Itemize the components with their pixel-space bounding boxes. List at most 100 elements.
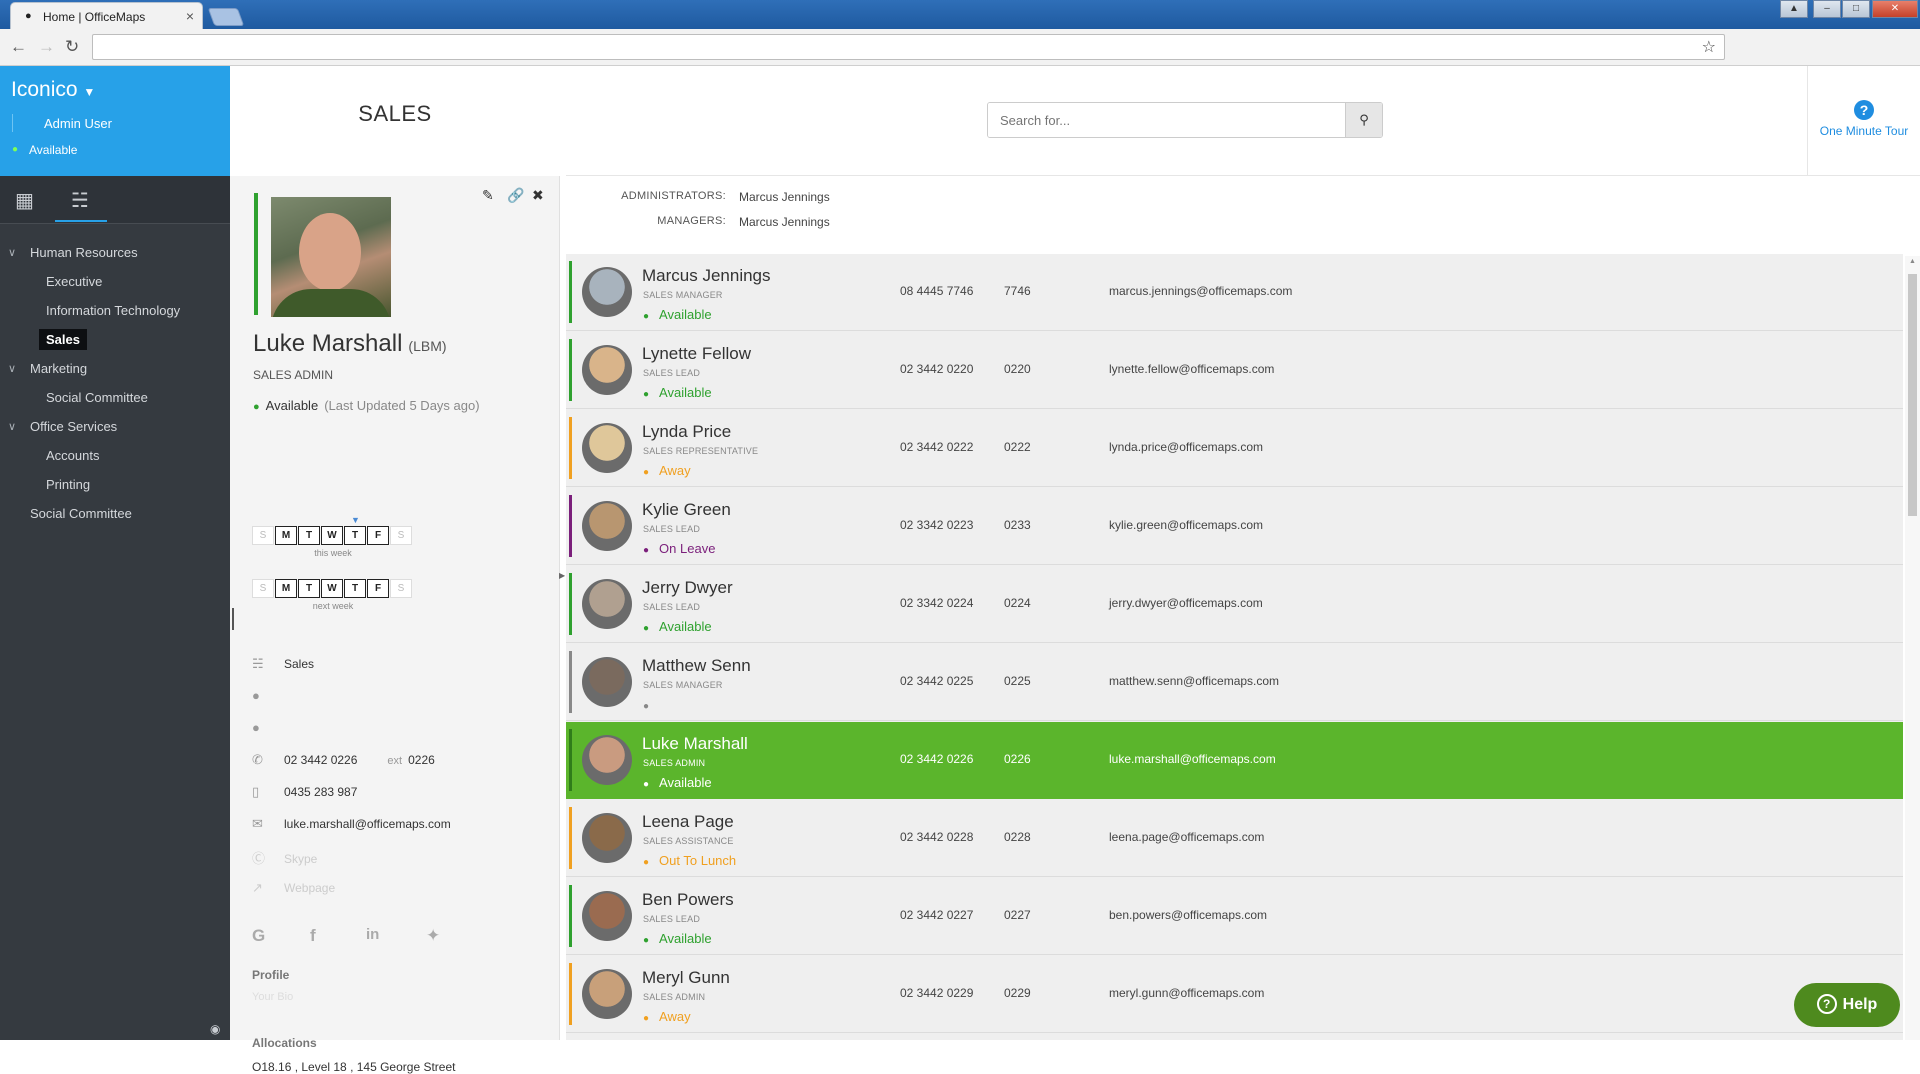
sidebar: Iconico ▼ Admin User ● Available ▦ ☵ ∨ H…	[0, 66, 230, 1040]
chevron-down-icon[interactable]: ∨	[8, 246, 16, 259]
allocation-value[interactable]: O18.16 , Level 18 , 145 George Street	[252, 1060, 455, 1074]
person-phone: 02 3442 0225	[900, 674, 974, 688]
close-window-button[interactable]: ✕	[1872, 0, 1918, 18]
close-icon[interactable]: ✖	[532, 187, 544, 204]
person-icon: ●	[643, 857, 650, 868]
tree-item-human-resources[interactable]: Human Resources	[30, 245, 138, 260]
twitter-icon[interactable]: ✦	[426, 926, 440, 946]
table-row[interactable]: Lynda Price SALES REPRESENTATIVE ● Away 02 3…	[566, 410, 1903, 487]
profile-header: SALES	[230, 66, 560, 176]
day-fri[interactable]: F	[367, 579, 389, 598]
mobile-value[interactable]: 0435 283 987	[284, 785, 357, 799]
person-email[interactable]: meryl.gunn@officemaps.com	[1109, 986, 1264, 1000]
chevron-down-icon[interactable]: ∨	[8, 362, 16, 375]
chevron-down-icon: ▼	[83, 85, 96, 99]
tree-item-printing[interactable]: Printing	[46, 477, 90, 492]
day-tue[interactable]: T	[298, 579, 320, 598]
person-email[interactable]: matthew.senn@officemaps.com	[1109, 674, 1279, 688]
minimize-window-button[interactable]: –	[1813, 0, 1841, 18]
tree-item-information-technology[interactable]: Information Technology	[46, 303, 180, 318]
administrators-value[interactable]: Marcus Jennings	[739, 190, 830, 204]
org-switcher[interactable]: Iconico ▼	[11, 78, 95, 102]
forward-arrow-icon[interactable]: →	[38, 37, 55, 57]
tree-item-social-committee[interactable]: Social Committee	[46, 390, 148, 405]
bookmark-star-icon[interactable]: ☆	[1702, 37, 1716, 57]
webpage-placeholder[interactable]: Webpage	[284, 881, 335, 895]
table-row[interactable]: Meryl Gunn SALES ADMIN ● Away 02 3442 0229 02…	[566, 956, 1903, 1033]
tree-item-sales[interactable]: Sales	[39, 329, 87, 350]
tree-item-executive[interactable]: Executive	[46, 274, 102, 289]
list-scrollbar[interactable]: ▲	[1905, 256, 1920, 1040]
person-email[interactable]: ben.powers@officemaps.com	[1109, 908, 1267, 922]
panel-resize-handle[interactable]	[232, 608, 234, 630]
edit-pencil-icon[interactable]: ✎	[482, 187, 494, 204]
tree-item-marketing[interactable]: Marketing	[30, 361, 87, 376]
back-arrow-icon[interactable]: ←	[10, 37, 27, 57]
person-email[interactable]: lynette.fellow@officemaps.com	[1109, 362, 1274, 376]
this-week-label: this week	[314, 548, 352, 558]
new-tab-button[interactable]	[207, 8, 245, 26]
table-row[interactable]: Ben Powers SALES LEAD ● Available 02 3442 02…	[566, 878, 1903, 955]
bio-placeholder[interactable]: Your Bio	[252, 991, 293, 1003]
profile-status[interactable]: ● Available (Last Updated 5 Days ago)	[253, 398, 480, 413]
facebook-icon[interactable]: f	[310, 926, 316, 946]
collapse-arrow-icon[interactable]: ▶	[559, 571, 565, 580]
day-sun[interactable]: S	[252, 526, 274, 545]
person-email[interactable]: luke.marshall@officemaps.com	[1109, 752, 1276, 766]
close-tab-icon[interactable]: ×	[186, 8, 194, 24]
chevron-down-icon[interactable]: ∨	[8, 420, 16, 433]
org-chart-icon[interactable]: ☵	[71, 188, 89, 213]
reload-icon[interactable]: ↻	[65, 37, 79, 57]
managers-value[interactable]: Marcus Jennings	[739, 215, 830, 229]
person-email[interactable]: kylie.green@officemaps.com	[1109, 518, 1263, 532]
day-wed[interactable]: W	[321, 526, 343, 545]
day-fri[interactable]: F	[367, 526, 389, 545]
day-thu[interactable]: T	[344, 579, 366, 598]
day-sat[interactable]: S	[390, 579, 412, 598]
search-input[interactable]	[988, 103, 1382, 137]
skype-placeholder[interactable]: Skype	[284, 852, 317, 866]
scrollbar-thumb[interactable]	[1908, 274, 1917, 516]
table-row[interactable]: Marcus Jennings SALES MANAGER ● Available 08…	[566, 254, 1903, 331]
table-row[interactable]: Lynette Fellow SALES LEAD ● Available 02 344…	[566, 332, 1903, 409]
tree-item-accounts[interactable]: Accounts	[46, 448, 99, 463]
day-mon[interactable]: M	[275, 579, 297, 598]
table-row[interactable]: Luke Marshall SALES ADMIN ● Available 02 344…	[566, 722, 1903, 799]
google-icon[interactable]: G	[252, 926, 265, 946]
day-mon[interactable]: M	[275, 526, 297, 545]
table-row[interactable]: Leena Page SALES ASSISTANCE ● Out To Lunch 0…	[566, 800, 1903, 877]
table-row[interactable]: Jerry Dwyer SALES LEAD ● Available 02 3342 0…	[566, 566, 1903, 643]
day-thu[interactable]: T	[344, 526, 366, 545]
email-value[interactable]: luke.marshall@officemaps.com	[284, 817, 451, 831]
tree-item-office-services[interactable]: Office Services	[30, 419, 117, 434]
table-row[interactable]: Kylie Green SALES LEAD ● On Leave 02 3342 02…	[566, 488, 1903, 565]
day-sun[interactable]: S	[252, 579, 274, 598]
maximize-window-button[interactable]: □	[1842, 0, 1870, 18]
person-email[interactable]: lynda.price@officemaps.com	[1109, 440, 1263, 454]
day-tue[interactable]: T	[298, 526, 320, 545]
day-wed[interactable]: W	[321, 579, 343, 598]
day-sat[interactable]: S	[390, 526, 412, 545]
group-value: Sales	[284, 657, 315, 671]
current-user-status[interactable]: Available	[29, 143, 77, 157]
linkedin-icon[interactable]: in	[366, 926, 379, 943]
address-bar[interactable]: ☆	[92, 34, 1725, 60]
current-user[interactable]: Admin User	[44, 116, 112, 131]
person-email[interactable]: leena.page@officemaps.com	[1109, 830, 1264, 844]
department-title: SALES	[358, 101, 432, 126]
link-icon[interactable]: 🔗	[507, 187, 524, 204]
browser-tab[interactable]: ● Home | OfficeMaps ×	[10, 2, 203, 29]
help-button[interactable]: ? Help	[1794, 983, 1900, 1027]
one-minute-tour-button[interactable]: ? One Minute Tour	[1807, 66, 1920, 176]
person-email[interactable]: jerry.dwyer@officemaps.com	[1109, 596, 1263, 610]
table-row[interactable]: Matthew Senn SALES MANAGER ● 02 3442 0225 02…	[566, 644, 1903, 721]
eye-icon[interactable]: ◉	[210, 1022, 220, 1036]
map-icon[interactable]: ▦	[15, 188, 34, 213]
tree-item-social-committee[interactable]: Social Committee	[30, 506, 132, 521]
status-color-bar	[569, 417, 572, 479]
person-email[interactable]: marcus.jennings@officemaps.com	[1109, 284, 1292, 298]
scroll-up-icon[interactable]: ▲	[1909, 258, 1916, 265]
search-icon[interactable]: ⚲	[1345, 103, 1382, 137]
minimize-profile-icon[interactable]: ▲	[1780, 0, 1808, 18]
phone-value[interactable]: 02 3442 0226	[284, 753, 357, 767]
